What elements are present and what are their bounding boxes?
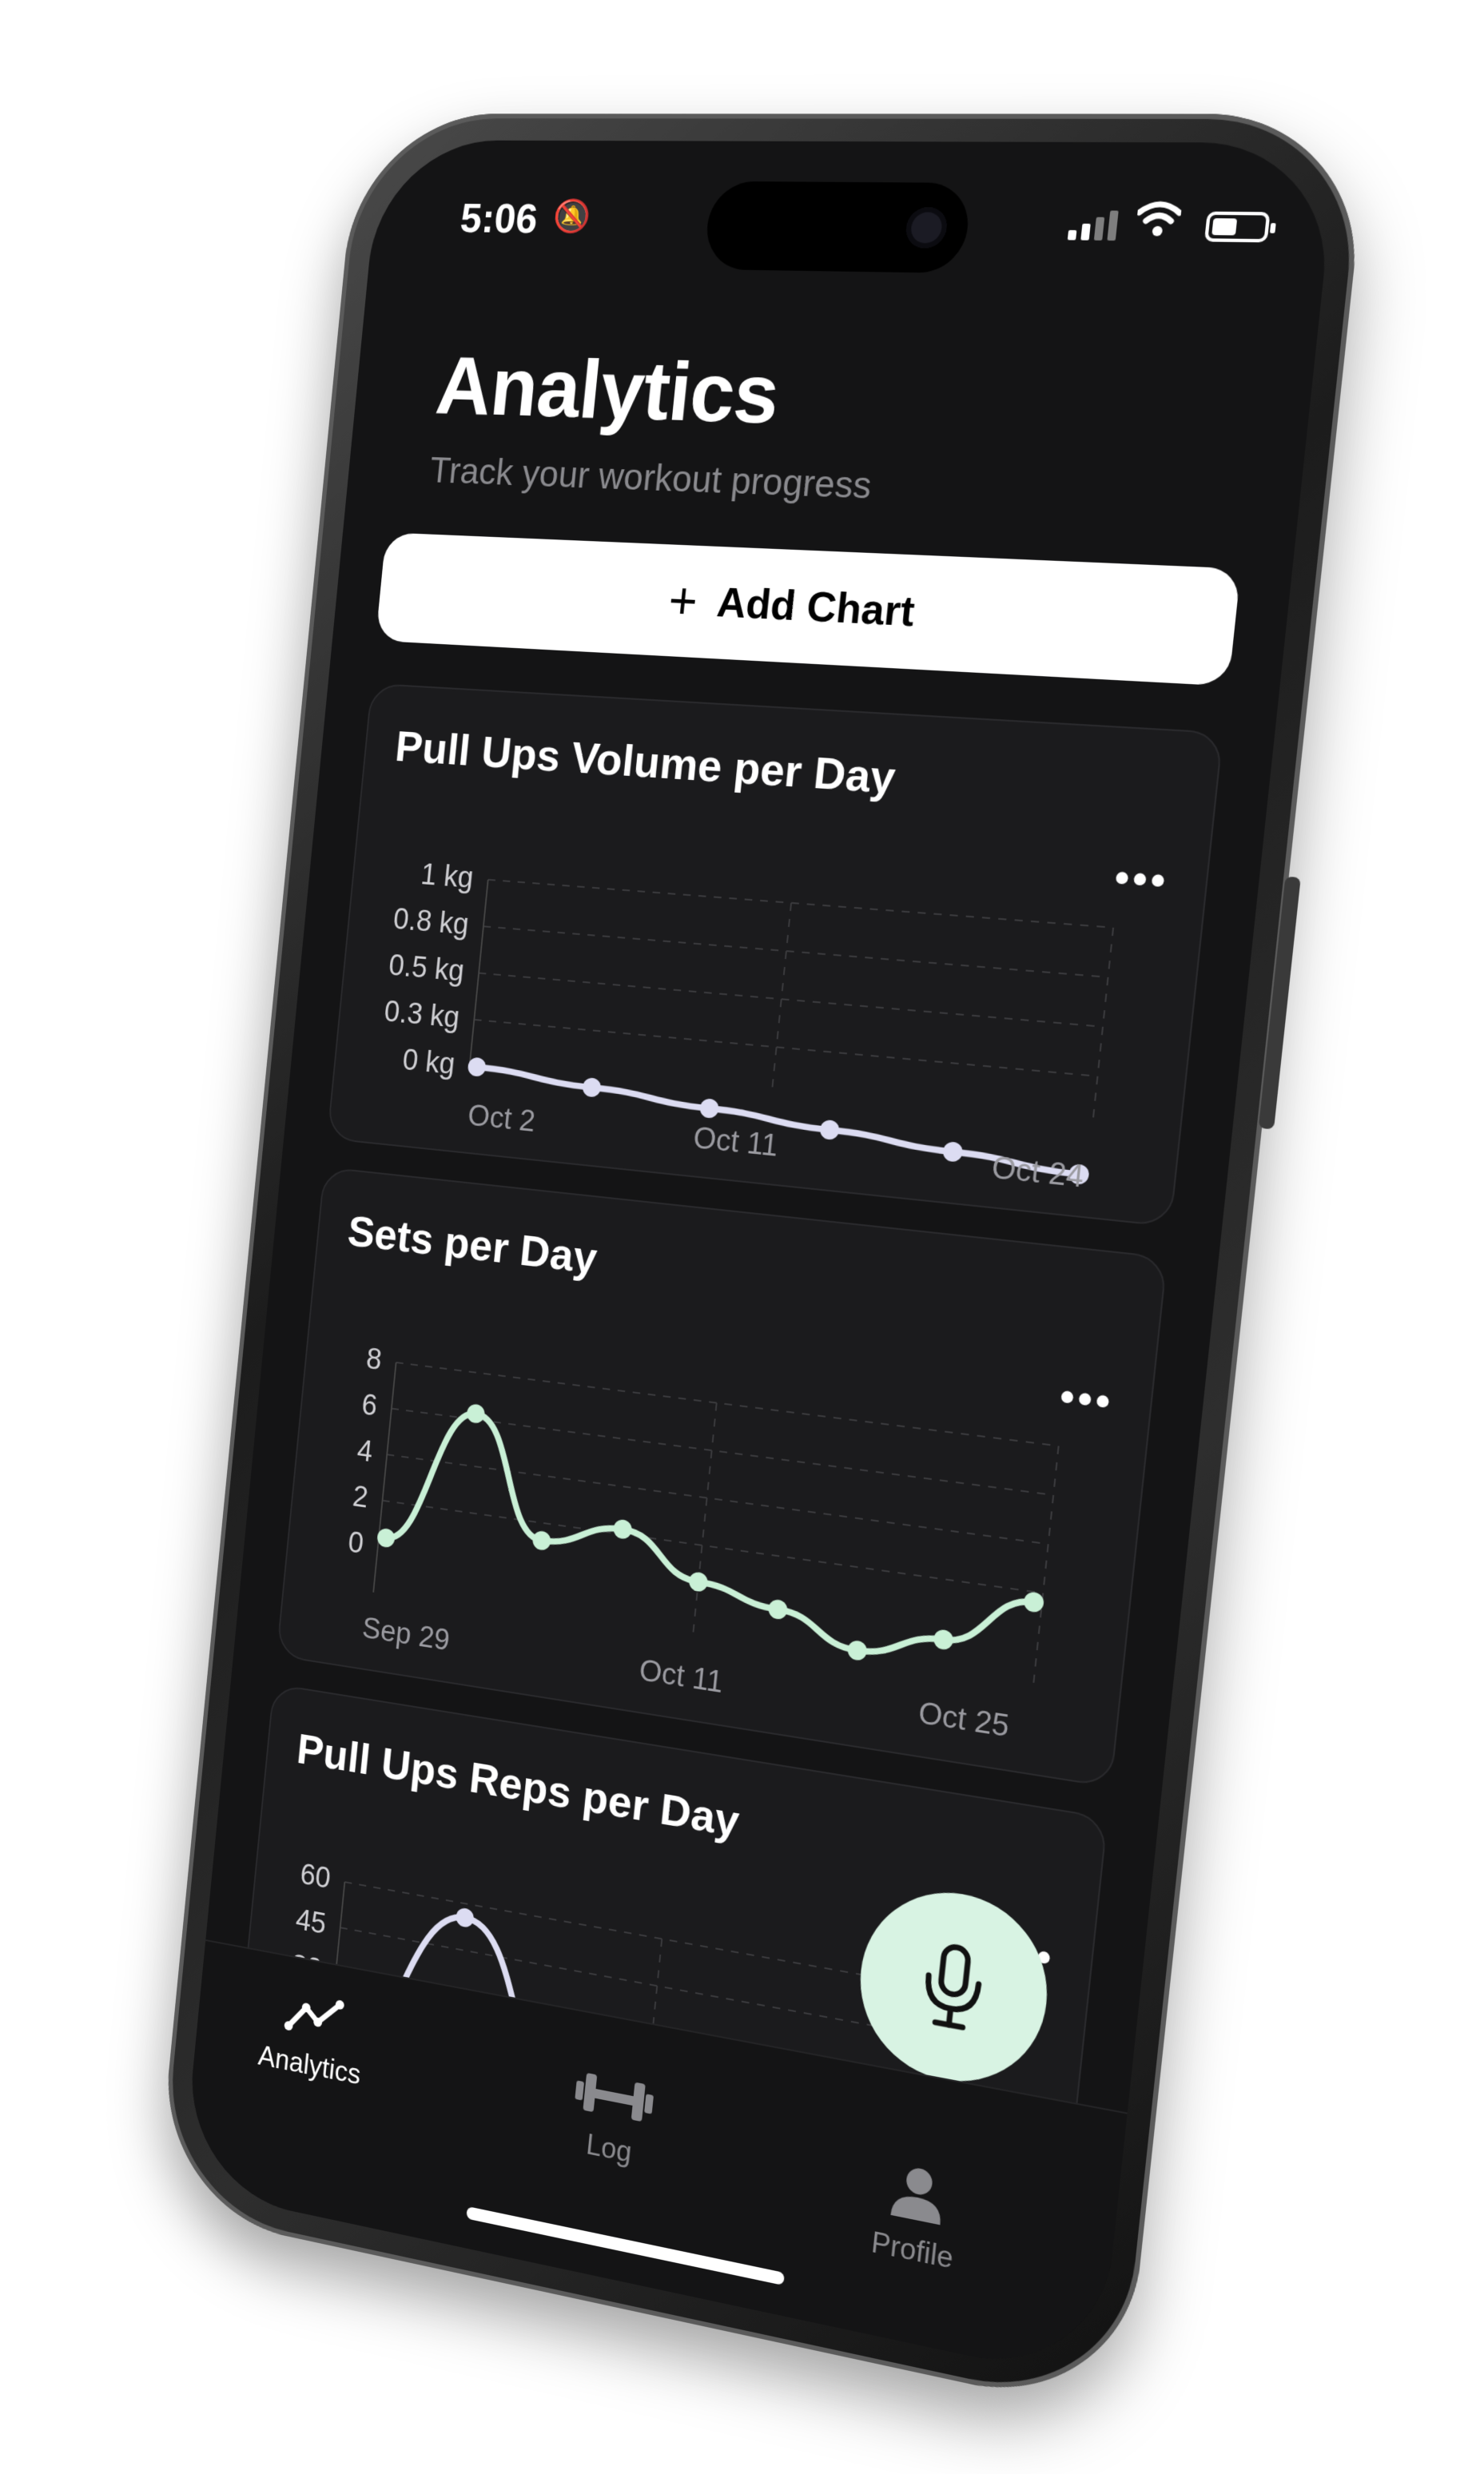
y-tick: 45: [294, 1903, 328, 1940]
data-point[interactable]: [767, 1598, 789, 1621]
chart-card-volume[interactable]: Pull Ups Volume per Day ••• 1 kg 0.8 kg …: [326, 682, 1224, 1227]
chart-card-title: Pull Ups Reps per Day: [294, 1724, 742, 1847]
battery-icon: [1204, 211, 1271, 243]
sets-series: [372, 1394, 1056, 1687]
y-tick: 0: [347, 1525, 365, 1560]
y-tick: 0 kg: [401, 1043, 456, 1080]
tab-profile[interactable]: Profile: [869, 2158, 961, 2276]
y-tick: 0.3 kg: [383, 994, 461, 1034]
y-tick: 60: [299, 1857, 332, 1895]
x-tick: Sep 29: [361, 1611, 452, 1657]
chart-card-title: Sets per Day: [345, 1205, 599, 1283]
dumbbell-icon: [569, 2066, 658, 2140]
chart-card-title: Pull Ups Volume per Day: [393, 721, 898, 803]
x-tick: Oct 25: [917, 1695, 1011, 1743]
x-tick: Oct 11: [692, 1120, 780, 1163]
page-title: Analytics: [432, 340, 783, 442]
status-bar: 5:06 🔕: [368, 140, 1338, 296]
data-point[interactable]: [531, 1529, 552, 1552]
data-point[interactable]: [455, 1907, 475, 1929]
add-chart-button[interactable]: + Add Chart: [375, 532, 1241, 686]
screen: 5:06 🔕 Analytics Track your workout prog…: [181, 140, 1339, 2384]
y-tick: 4: [356, 1434, 374, 1468]
gridlines: [470, 880, 1114, 1126]
bell-muted-icon: 🔕: [551, 199, 592, 235]
camera-icon: [904, 207, 949, 249]
page-subtitle: Track your workout progress: [428, 449, 874, 507]
sets-chart: 8 6 4 2 0 Sep 29 Oct 11 Oct 25: [347, 1342, 1093, 1744]
status-time: 5:06: [458, 196, 540, 243]
tab-analytics[interactable]: Analytics: [257, 1983, 368, 2091]
volume-chart: 1 kg 0.8 kg 0.5 kg 0.3 kg 0 kg Oct 2 Oct…: [383, 857, 1148, 1194]
y-tick: 0.5 kg: [388, 949, 466, 988]
stage: 5:06 🔕 Analytics Track your workout prog…: [0, 0, 1484, 2474]
data-point[interactable]: [688, 1571, 709, 1593]
more-options-icon[interactable]: •••: [1057, 1372, 1116, 1426]
data-point[interactable]: [612, 1518, 633, 1541]
add-chart-label: Add Chart: [714, 579, 917, 636]
more-options-icon[interactable]: •••: [1112, 853, 1172, 905]
x-tick: Oct 2: [467, 1098, 537, 1138]
y-tick: 8: [365, 1342, 384, 1376]
y-tick: 2: [352, 1479, 370, 1513]
chart-card-sets[interactable]: Sets per Day ••• 8 6 4 2 0 Sep 29 Oct 11…: [276, 1166, 1168, 1788]
person-icon: [886, 2160, 949, 2239]
tab-log[interactable]: Log: [566, 2066, 658, 2174]
chart-line-icon: [282, 1987, 345, 2055]
data-point[interactable]: [846, 1639, 868, 1662]
data-point[interactable]: [819, 1119, 841, 1141]
microphone-icon: [912, 1936, 993, 2038]
x-tick: Oct 11: [638, 1653, 725, 1700]
wifi-icon: [1134, 199, 1183, 248]
data-point[interactable]: [698, 1098, 720, 1120]
dynamic-island: [702, 181, 973, 274]
plus-icon: +: [666, 571, 701, 630]
phone-device: 5:06 🔕 Analytics Track your workout prog…: [155, 113, 1371, 2417]
data-point[interactable]: [941, 1140, 964, 1163]
x-tick: Oct 24: [990, 1150, 1085, 1194]
data-point[interactable]: [582, 1076, 602, 1098]
y-tick: 0.8 kg: [392, 902, 470, 941]
y-tick: 6: [360, 1388, 379, 1422]
cellular-signal-icon: [1067, 210, 1119, 241]
y-tick: 1 kg: [420, 857, 475, 894]
data-point[interactable]: [933, 1628, 954, 1651]
